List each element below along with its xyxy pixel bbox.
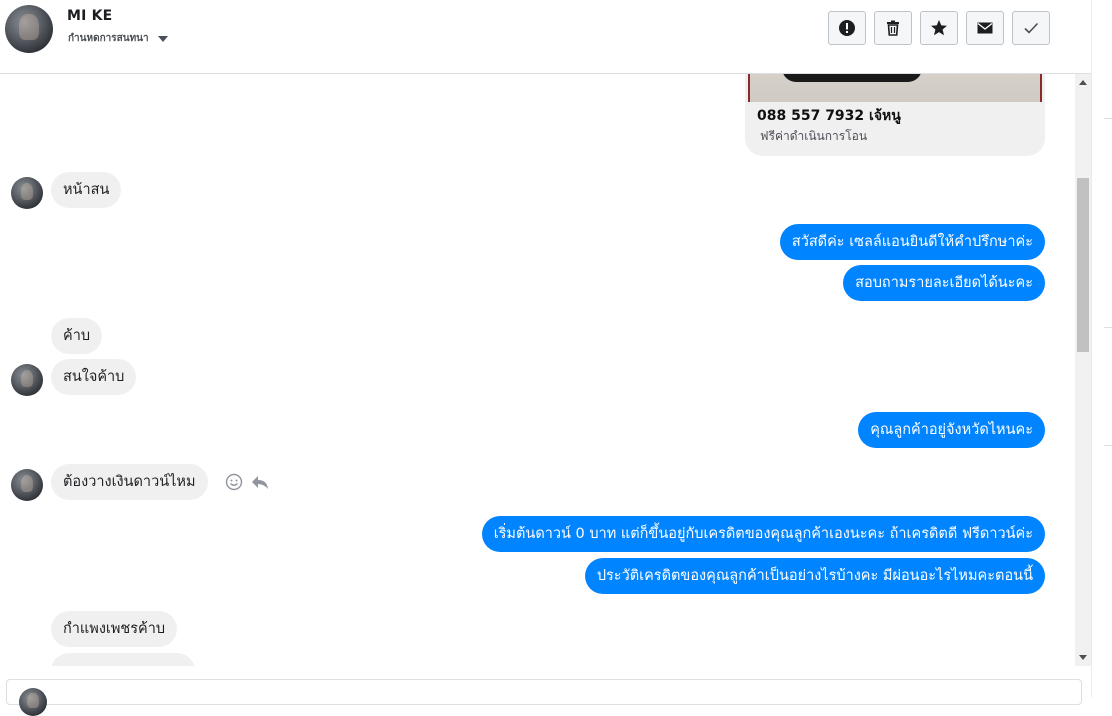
conversation-status-label: กำนหดการสนทนา: [68, 33, 149, 44]
star-icon: [931, 20, 947, 36]
outgoing-message[interactable]: สวัสดีค่ะ เซลล์แอนยินดีให้คำปรึกษาค่ะ: [779, 224, 1045, 260]
mail-button[interactable]: [966, 11, 1004, 45]
message-thread[interactable]: 088 557 7932 เจ้หนู ฟรีค่าดำเนินการโอน ห…: [0, 74, 1075, 666]
incoming-message[interactable]: ค้าบ: [51, 318, 103, 354]
attachment-subtitle: ฟรีค่าดำเนินการโอน: [760, 129, 868, 143]
divider: [1104, 327, 1112, 328]
divider: [1104, 445, 1112, 446]
message-actions: [224, 472, 270, 492]
divider: [1104, 118, 1112, 119]
outgoing-message[interactable]: สอบถามรายละเอียดได้นะคะ: [843, 265, 1045, 301]
header-actions: [828, 11, 1050, 45]
contact-avatar[interactable]: [11, 177, 43, 209]
conversation-status-dropdown[interactable]: กำนหดการสนทนา: [68, 31, 168, 46]
report-button[interactable]: [828, 11, 866, 45]
done-button[interactable]: [1012, 11, 1050, 45]
contact-avatar[interactable]: [11, 469, 43, 501]
scroll-down-arrow-icon[interactable]: [1079, 655, 1087, 660]
smiley-icon[interactable]: [224, 472, 244, 492]
attachment-image: [748, 74, 1042, 102]
shared-attachment-card[interactable]: 088 557 7932 เจ้หนู ฟรีค่าดำเนินการโอน: [745, 74, 1045, 156]
incoming-message[interactable]: ต้องวางเงินดาวน์ไหม: [51, 464, 208, 500]
thread-scrollbar[interactable]: [1075, 74, 1091, 666]
message-composer[interactable]: [6, 679, 1082, 716]
side-panel-edge: [1091, 0, 1112, 697]
contact-avatar[interactable]: [11, 364, 43, 396]
caret-down-icon: [157, 35, 168, 42]
conversation-header: MI KE กำนหดการสนทนา: [0, 0, 1091, 74]
reply-icon[interactable]: [250, 472, 270, 492]
outgoing-message[interactable]: คุณลูกค้าอยู่จังหวัดไหนคะ: [858, 412, 1045, 448]
outgoing-message[interactable]: เริ่มต้นดาวน์ 0 บาท แต่ก็ขึ้นอยู่กับเครด…: [481, 516, 1045, 552]
incoming-message[interactable]: หน้าสน: [51, 172, 122, 208]
contact-name[interactable]: MI KE: [67, 8, 112, 24]
incoming-message[interactable]: สนใจค้าบ: [51, 359, 137, 395]
alert-icon: [839, 20, 855, 36]
contact-avatar[interactable]: [5, 5, 53, 53]
mail-icon: [977, 22, 993, 34]
my-avatar: [19, 688, 47, 716]
trash-icon: [887, 20, 899, 36]
star-button[interactable]: [920, 11, 958, 45]
attachment-title: 088 557 7932 เจ้หนู: [757, 108, 901, 124]
delete-button[interactable]: [874, 11, 912, 45]
scroll-up-arrow-icon[interactable]: [1079, 80, 1087, 85]
incoming-message[interactable]: [51, 653, 195, 666]
outgoing-message[interactable]: ประวัติเครดิตของคุณลูกค้าเป็นอย่างไรบ้าง…: [584, 558, 1045, 594]
scrollbar-thumb[interactable]: [1077, 178, 1089, 352]
incoming-message[interactable]: กำแพงเพชรค้าบ: [51, 611, 178, 647]
check-icon: [1024, 22, 1039, 34]
